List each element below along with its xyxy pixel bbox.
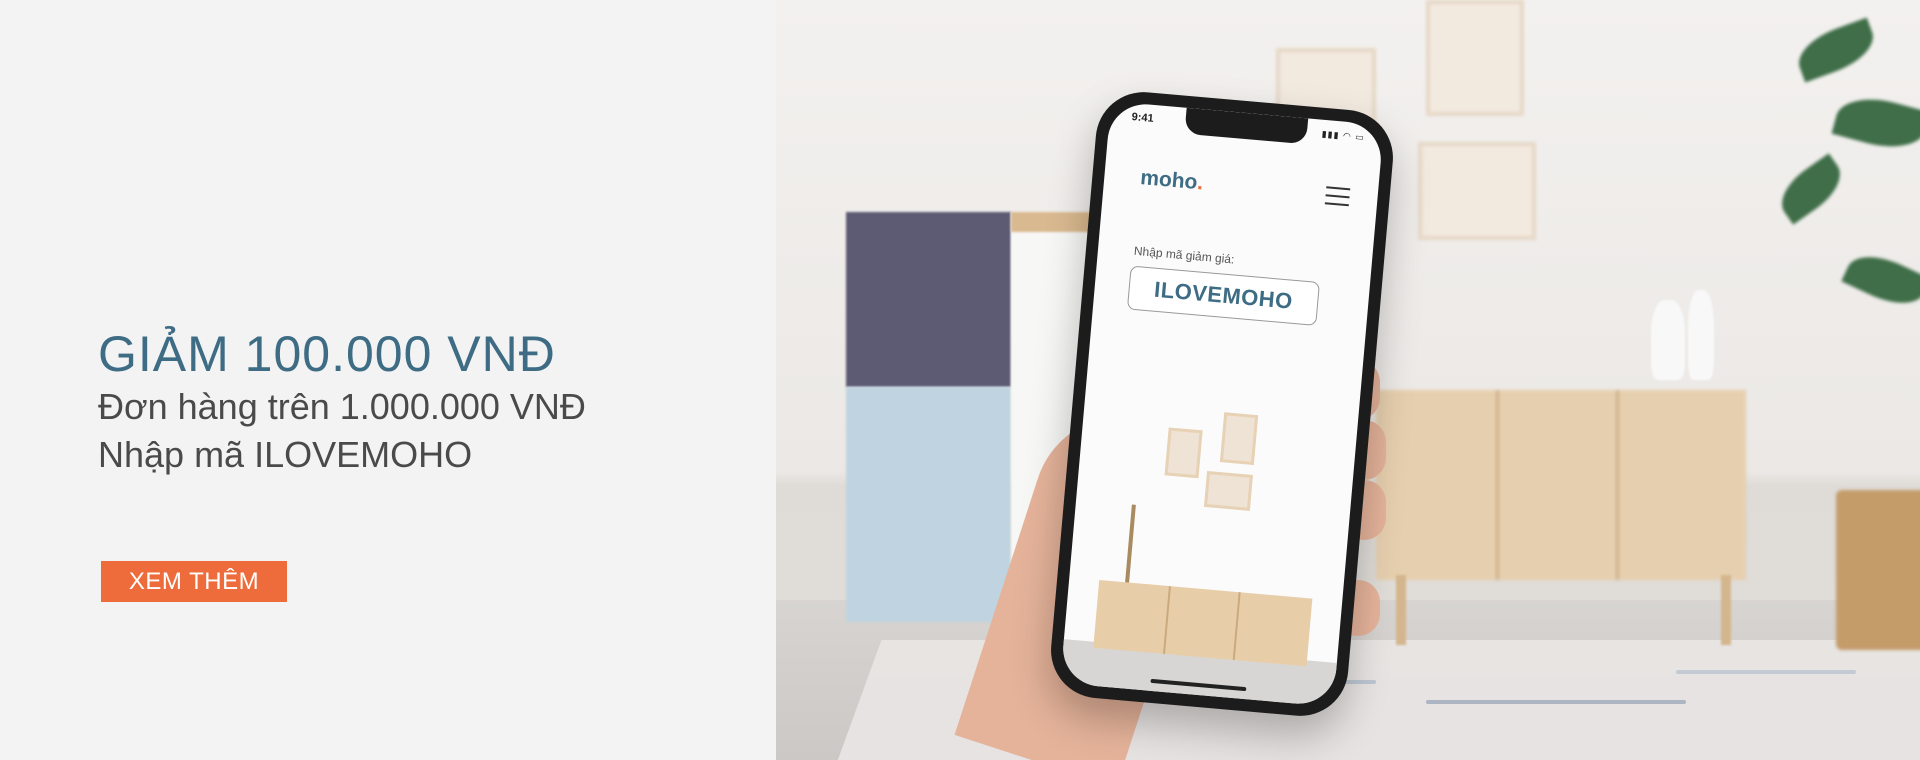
see-more-button[interactable]: XEM THÊM (101, 561, 287, 602)
rug-stripe (1676, 670, 1856, 674)
promo-code-label: Nhập mã giảm giá: (1133, 243, 1235, 267)
sideboard-leg (1721, 575, 1731, 645)
phone-screen: 9:41 ▮▮▮ ◠ ▭ moho. Nhập mã giảm giá: ILO… (1060, 101, 1384, 707)
promo-text-panel: GIẢM 100.000 VNĐ Đơn hàng trên 1.000.000… (0, 0, 776, 760)
rug-stripe (1426, 700, 1686, 704)
plant-leaf (1831, 89, 1920, 157)
plant-leaf (1841, 244, 1920, 316)
plant-basket (1836, 490, 1920, 650)
promo-code-field[interactable]: ILOVEMOHO (1126, 265, 1320, 326)
status-time: 9:41 (1131, 111, 1155, 125)
lifestyle-photo: 9:41 ▮▮▮ ◠ ▭ moho. Nhập mã giảm giá: ILO… (776, 0, 1920, 760)
vase (1651, 300, 1685, 380)
mini-wall-art (1219, 412, 1259, 466)
plant-leaf (1791, 17, 1881, 83)
sideboard-leg (1396, 575, 1406, 645)
promo-headline: GIẢM 100.000 VNĐ (98, 326, 556, 382)
smartphone: 9:41 ▮▮▮ ◠ ▭ moho. Nhập mã giảm giá: ILO… (1047, 88, 1397, 720)
vase (1688, 290, 1714, 380)
wall-panel-blue (846, 387, 1011, 622)
hamburger-menu-icon[interactable] (1324, 186, 1351, 207)
wall-frame (1418, 142, 1536, 240)
phone-notch (1184, 107, 1309, 145)
sideboard (1376, 390, 1746, 580)
moho-logo[interactable]: moho. (1139, 166, 1204, 195)
wall-frame (1426, 0, 1524, 116)
logo-text: moho (1139, 166, 1199, 194)
logo-dot: . (1196, 171, 1205, 195)
status-icons: ▮▮▮ ◠ ▭ (1321, 128, 1366, 143)
mini-plant (1124, 504, 1136, 585)
promo-banner: GIẢM 100.000 VNĐ Đơn hàng trên 1.000.000… (0, 0, 1920, 760)
mini-wall-art (1203, 470, 1253, 511)
plant-leaf (1771, 153, 1851, 225)
promo-code-instruction: Nhập mã ILOVEMOHO (98, 434, 473, 475)
promo-condition: Đơn hàng trên 1.000.000 VNĐ (98, 386, 586, 427)
wall-panel-purple (846, 212, 1011, 387)
mini-wall-art (1164, 427, 1203, 479)
